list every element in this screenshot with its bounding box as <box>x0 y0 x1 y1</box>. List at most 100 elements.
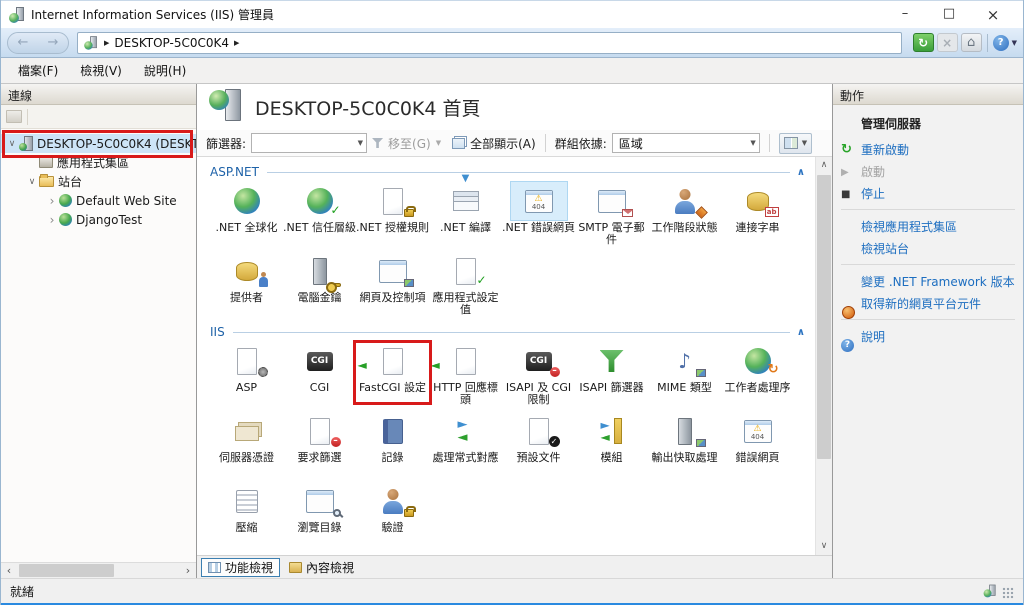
menu-item[interactable]: 檔案(F) <box>9 59 67 82</box>
view-tab[interactable]: 功能檢視 <box>201 557 281 577</box>
chevron-down-icon[interactable] <box>436 139 441 147</box>
feature-item[interactable]: 模組 <box>575 411 648 481</box>
action-item[interactable]: 停止 <box>841 182 1015 204</box>
action-item[interactable]: 變更 .NET Framework 版本 <box>841 270 1015 292</box>
filter-go-button[interactable]: 移至(G) <box>388 135 431 152</box>
tree-item[interactable]: DjangoTest <box>1 210 196 229</box>
scroll-right-icon[interactable] <box>180 564 196 578</box>
forward-button[interactable] <box>48 33 59 53</box>
feature-label: 記錄 <box>381 451 404 464</box>
feature-item[interactable]: SMTP 電子郵件 <box>575 181 648 251</box>
feature-item[interactable]: ab 連接字串 <box>721 181 794 251</box>
feature-item[interactable]: ◄ FastCGI 設定 <box>353 340 432 411</box>
filter-toolbar: 篩選器: 移至(G) 全部顯示(A) 群組依據: 區域 <box>197 130 832 157</box>
feature-item[interactable]: – 要求篩選 <box>283 411 356 481</box>
show-all-button[interactable]: 全部顯示(A) <box>470 135 536 152</box>
help-button[interactable] <box>992 34 1017 51</box>
feature-item[interactable]: .NET 授權規則 <box>356 181 429 251</box>
view-tab[interactable]: 內容檢視 <box>283 558 360 577</box>
tree-item[interactable]: 應用程式集區 <box>1 153 196 172</box>
action-item[interactable]: 重新啟動 <box>841 138 1015 160</box>
tree-expander-icon[interactable] <box>45 194 59 208</box>
scroll-down-icon[interactable] <box>816 538 832 555</box>
feature-item[interactable]: 提供者 <box>210 251 283 321</box>
feature-item[interactable]: ✓ 應用程式設定值 <box>429 251 502 321</box>
feature-item[interactable]: CGI – ISAPI 及 CGI 限制 <box>502 341 575 411</box>
feature-item[interactable]: CGI CGI <box>283 341 356 411</box>
log-book-icon <box>382 418 403 444</box>
scroll-left-icon[interactable] <box>1 564 17 578</box>
feature-icon-wrap: ✓ <box>510 411 568 451</box>
home-button[interactable] <box>960 33 982 52</box>
maximize-button[interactable] <box>927 6 971 24</box>
action-item[interactable]: 取得新的網頁平台元件 <box>841 292 1015 319</box>
collapse-section-icon[interactable] <box>797 327 805 338</box>
action-item[interactable]: 檢視應用程式集區 <box>841 215 1015 237</box>
feature-item[interactable]: ♪ MIME 類型 <box>648 341 721 411</box>
feature-item[interactable]: 記錄 <box>356 411 429 481</box>
minimize-button[interactable] <box>883 6 927 24</box>
feature-item[interactable]: 工作階段狀態 <box>648 181 721 251</box>
menu-item[interactable]: 說明(H) <box>135 59 195 82</box>
action-item[interactable]: 檢視站台 <box>841 237 1015 259</box>
feature-item[interactable]: 404 錯誤網頁 <box>721 411 794 481</box>
chevron-down-icon[interactable] <box>750 139 755 147</box>
scroll-up-icon[interactable] <box>816 157 832 174</box>
feature-item[interactable]: ▼ .NET 編譯 <box>429 173 502 251</box>
action-item[interactable]: 說明 <box>841 325 1015 352</box>
feature-item[interactable]: 驗證 <box>356 481 429 551</box>
create-connection-icon[interactable] <box>6 110 22 123</box>
breadcrumb-arrow-icon[interactable] <box>234 39 239 47</box>
feature-item[interactable]: ISAPI 篩選器 <box>575 341 648 411</box>
feature-item[interactable]: 404 .NET 錯誤網頁 <box>502 181 575 251</box>
group-by-value: 區域 <box>618 136 643 151</box>
collapse-section-icon[interactable] <box>797 167 805 178</box>
feature-icon-wrap <box>437 411 495 451</box>
feature-item[interactable]: 瀏覽目錄 <box>283 481 356 551</box>
scrollbar-thumb[interactable] <box>817 175 831 459</box>
feature-item[interactable]: .NET 全球化 <box>210 181 283 251</box>
feature-item[interactable]: ASP <box>210 341 283 411</box>
scrollbar-track[interactable] <box>17 563 180 578</box>
chevron-down-icon[interactable] <box>358 139 363 147</box>
tree-expander-icon[interactable] <box>45 213 59 227</box>
refresh-button[interactable] <box>912 33 934 52</box>
stop-button[interactable] <box>936 33 958 52</box>
resize-grip[interactable] <box>1002 587 1014 599</box>
tree-expander-icon[interactable] <box>25 177 39 187</box>
feature-item[interactable]: 網頁及控制項 <box>356 251 429 321</box>
close-button[interactable] <box>971 6 1015 24</box>
section-header: ASP.NET <box>210 163 806 181</box>
breadcrumb[interactable]: DESKTOP-5C0C0K4 <box>114 36 229 50</box>
feature-item[interactable]: ◄ HTTP 回應標頭 <box>429 341 502 411</box>
tree-item[interactable]: Default Web Site <box>1 191 196 210</box>
view-mode-button[interactable] <box>778 132 813 154</box>
sidebar-horizontal-scrollbar[interactable] <box>1 562 196 578</box>
page-header: DESKTOP-5C0C0K4 首頁 <box>197 84 832 130</box>
feature-item[interactable]: 伺服器憑證 <box>210 411 283 481</box>
group-by-select[interactable]: 區域 <box>611 133 760 153</box>
address-bar[interactable]: DESKTOP-5C0C0K4 <box>77 31 902 54</box>
tree-item[interactable]: DESKTOP-5C0C0K4 (DESKT <box>1 130 196 158</box>
feature-item[interactable]: ✓ 預設文件 <box>502 411 575 481</box>
feature-item[interactable]: 輸出快取處理 <box>648 411 721 481</box>
feature-item[interactable]: 處理常式對應 <box>429 411 502 481</box>
feature-item[interactable]: 壓縮 <box>210 481 283 551</box>
menu-item[interactable]: 檢視(V) <box>71 59 131 82</box>
tree-expander-icon[interactable] <box>5 139 19 149</box>
toolbar-divider <box>544 134 546 152</box>
breadcrumb-arrow-icon[interactable] <box>104 39 109 47</box>
back-button[interactable] <box>18 33 29 53</box>
tree-item[interactable]: 站台 <box>1 172 196 191</box>
feature-icon-wrap <box>583 181 641 221</box>
feature-item[interactable]: 電腦金鑰 <box>283 251 356 321</box>
feature-item[interactable]: ↻ 工作者處理序 <box>721 341 794 411</box>
page-title: DESKTOP-5C0C0K4 首頁 <box>255 97 481 120</box>
feature-icon-wrap <box>364 411 422 451</box>
scrollbar-thumb[interactable] <box>19 564 114 577</box>
features-scrollbar[interactable] <box>815 157 832 555</box>
icon-badge: ▼ <box>461 173 470 184</box>
action-item[interactable]: 啟動 <box>841 160 1015 182</box>
feature-item[interactable]: ✓ .NET 信任層級 <box>283 181 356 251</box>
filter-input[interactable] <box>251 133 368 153</box>
